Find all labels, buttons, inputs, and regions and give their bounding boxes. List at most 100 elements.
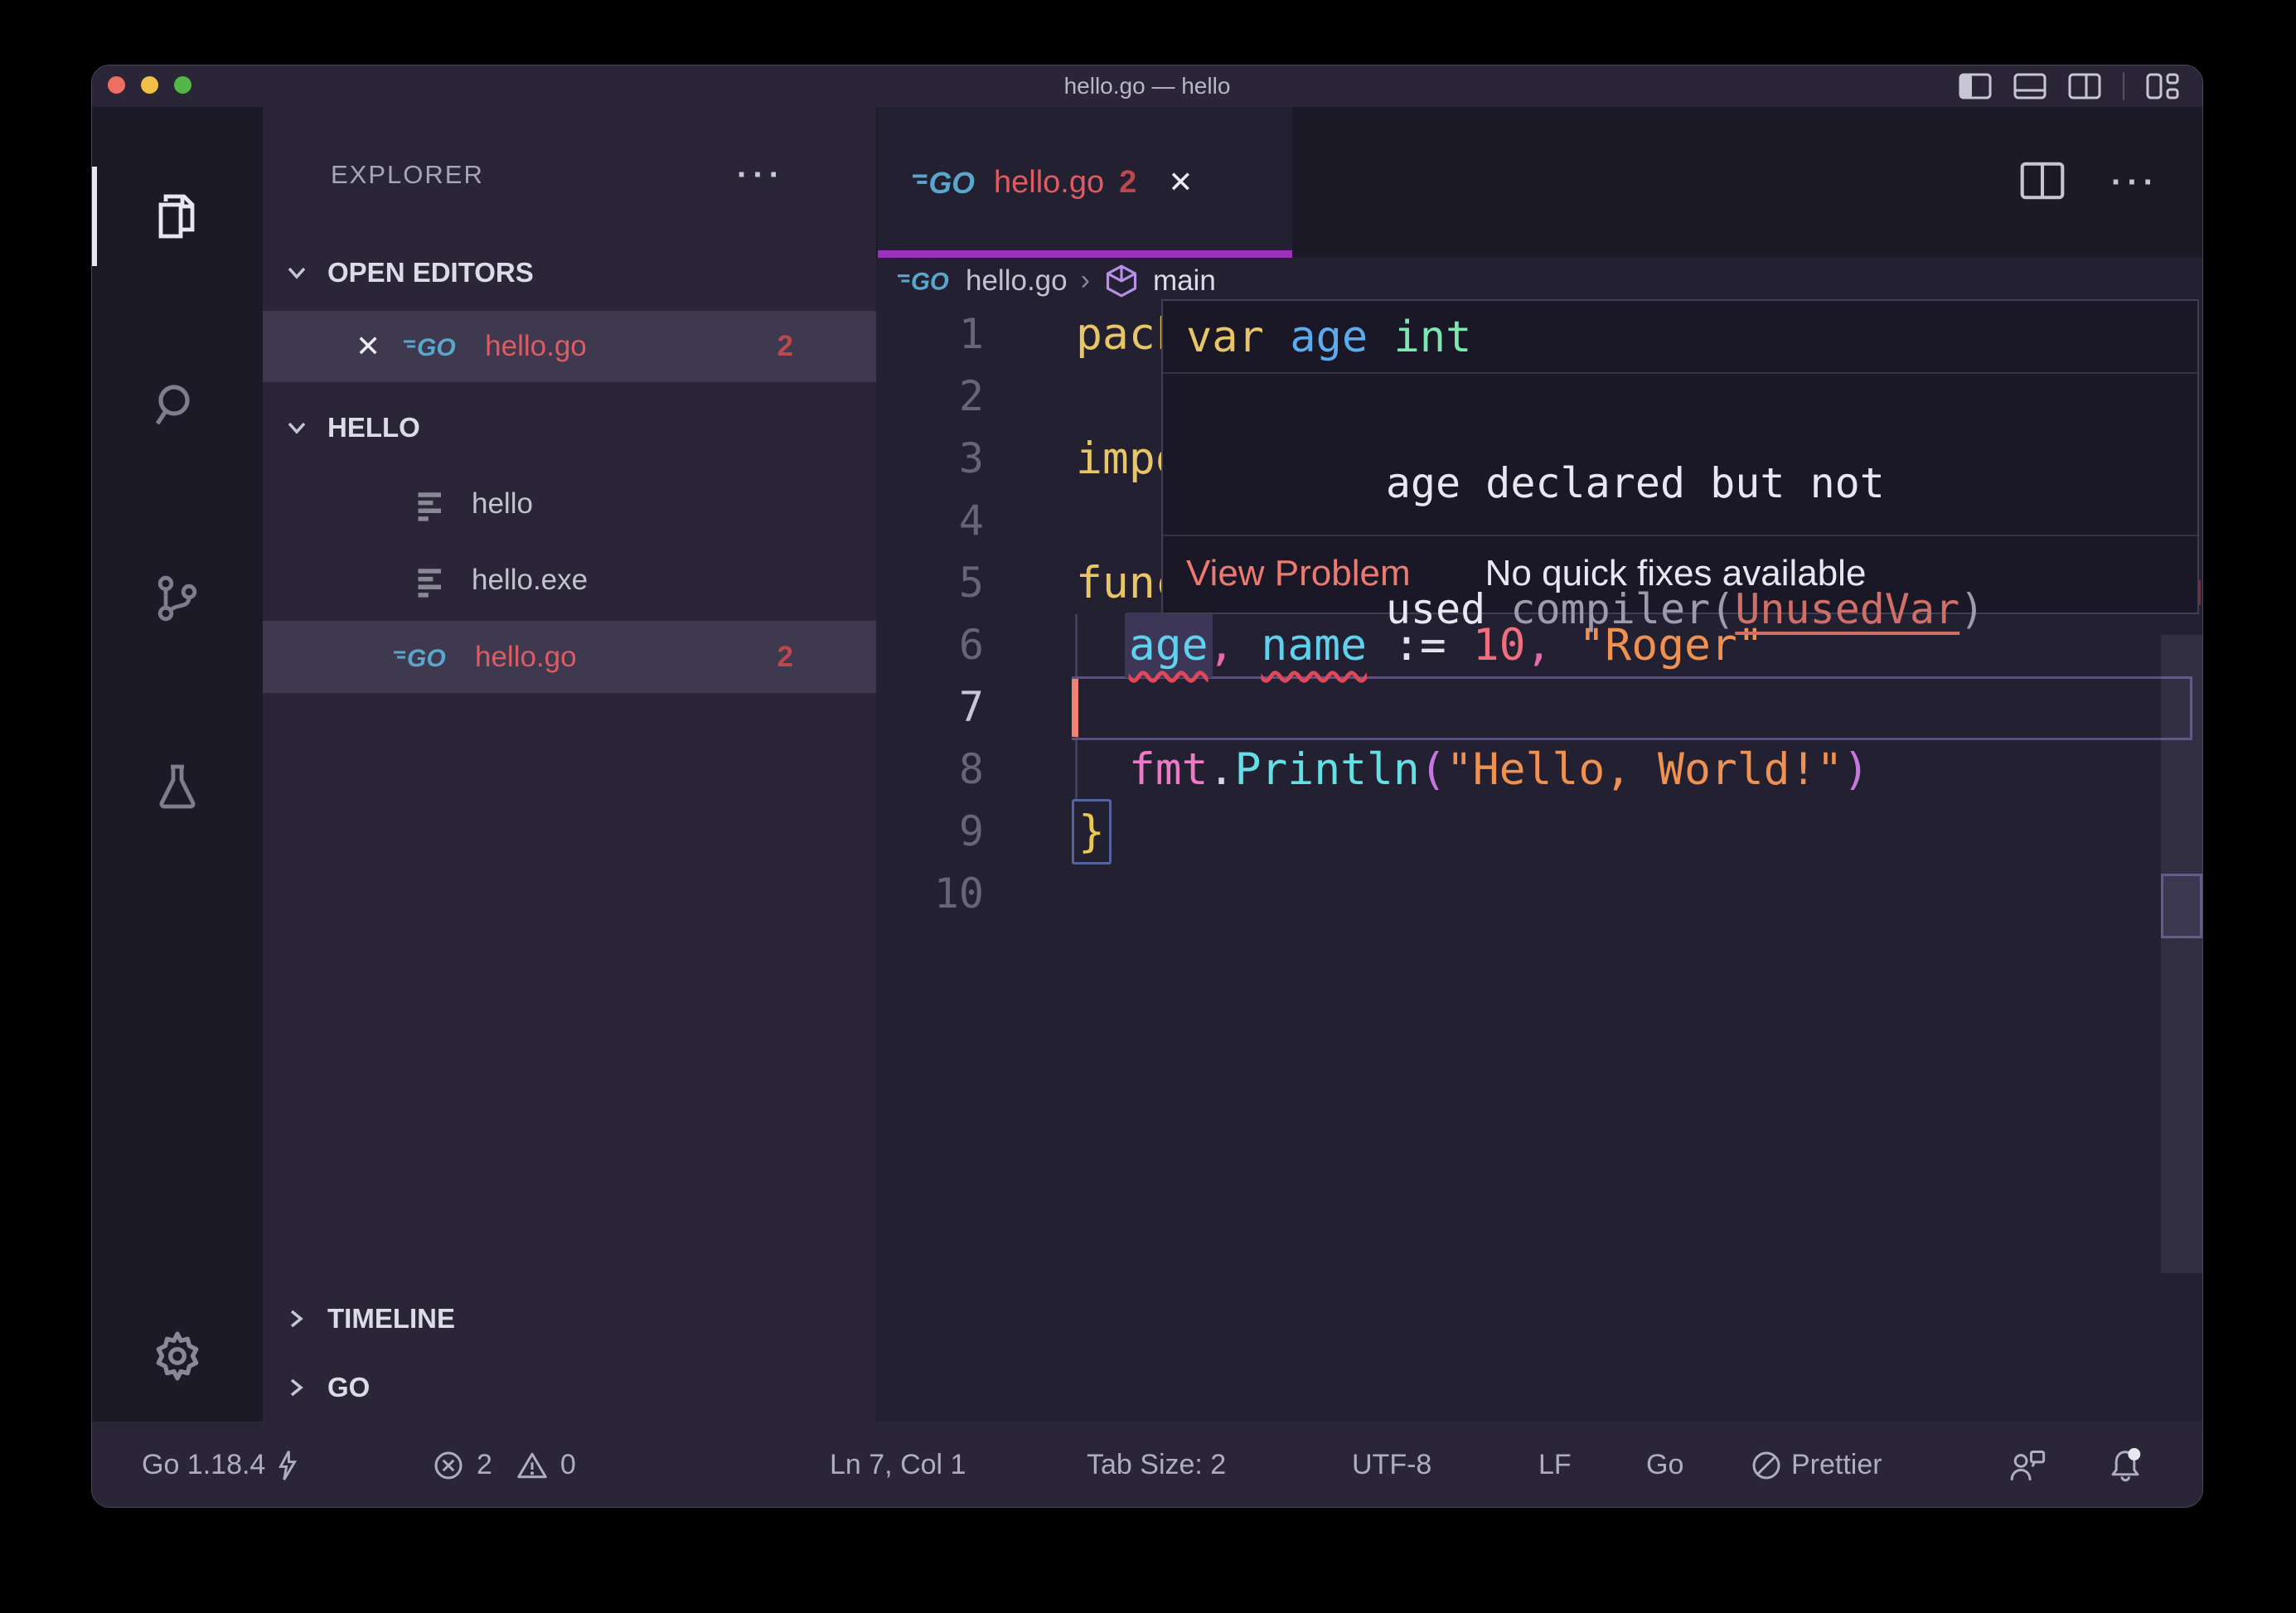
language-mode-item[interactable]: Go xyxy=(1646,1422,1683,1508)
code-token: age xyxy=(1290,312,1368,362)
line-number: 4 xyxy=(876,490,984,552)
code-token: . xyxy=(1209,744,1235,795)
code-token: Println xyxy=(1234,744,1419,795)
line-number: 7 xyxy=(876,676,984,739)
tab-filename: hello.go xyxy=(994,165,1104,201)
line-number: 1 xyxy=(876,303,984,366)
lightning-icon xyxy=(275,1449,300,1482)
text-cursor xyxy=(1072,679,1078,737)
breadcrumb: GO hello.go › main xyxy=(876,258,2203,303)
titlebar: hello.go — hello xyxy=(92,65,2202,107)
toggle-sidebar-icon[interactable] xyxy=(1959,73,1992,99)
code-token: fmt xyxy=(1129,744,1209,795)
formatter-item[interactable]: Prettier xyxy=(1750,1422,1882,1508)
no-quick-fixes-text: No quick fixes available xyxy=(1485,553,1867,594)
code-token: ) xyxy=(1843,744,1869,795)
timeline-section-header[interactable]: TIMELINE xyxy=(263,1290,876,1348)
file-name: hello.go xyxy=(475,641,577,674)
svg-text:GO: GO xyxy=(407,645,446,672)
svg-text:GO: GO xyxy=(911,268,949,295)
tab-hello-go[interactable]: GO hello.go 2 ✕ xyxy=(878,107,1292,258)
close-editor-icon[interactable]: ✕ xyxy=(356,329,380,364)
eol-item[interactable]: LF xyxy=(1538,1422,1572,1508)
active-tab-indicator xyxy=(878,250,1292,258)
go-file-icon: GO xyxy=(898,266,952,296)
tab-bar: GO hello.go 2 ✕ ··· xyxy=(876,107,2203,258)
file-item-hello-go[interactable]: GO hello.go 2 xyxy=(263,621,876,693)
code-token xyxy=(1264,312,1290,362)
tab-close-icon[interactable]: ✕ xyxy=(1168,165,1193,200)
code-token: var xyxy=(1186,312,1264,362)
window-title: hello.go — hello xyxy=(92,65,2202,107)
file-name: hello.exe xyxy=(472,564,588,597)
line-number: 3 xyxy=(876,428,984,490)
view-problem-link[interactable]: View Problem xyxy=(1186,553,1411,594)
file-item-hello-exe[interactable]: hello.exe xyxy=(263,545,876,616)
code-token: "Hello, World!" xyxy=(1446,744,1843,795)
code-token xyxy=(1076,744,1129,795)
code-token: ( xyxy=(1420,744,1446,795)
line-number: 8 xyxy=(876,739,984,801)
hover-signature: var age int xyxy=(1163,301,2197,374)
toggle-panel-icon[interactable] xyxy=(2013,73,2047,99)
go-file-icon: GO xyxy=(392,641,453,674)
prettier-disabled-icon xyxy=(1750,1449,1783,1482)
binary-file-icon xyxy=(414,562,450,598)
search-icon[interactable] xyxy=(92,356,263,455)
activity-bar xyxy=(92,107,263,1422)
explorer-title: EXPLORER xyxy=(331,160,484,190)
open-editors-section-header[interactable]: OPEN EDITORS xyxy=(263,244,876,302)
file-item-hello[interactable]: hello xyxy=(263,468,876,540)
overview-ruler-cursor-mark xyxy=(2161,874,2202,938)
line-number: 5 xyxy=(876,552,984,614)
breadcrumb-separator: › xyxy=(1081,264,1090,297)
code-token: } xyxy=(1072,799,1112,865)
status-bar: Go 1.18.4 2 0 Ln 7, Col 1 Tab Size: 2 UT… xyxy=(92,1422,2203,1508)
code-token xyxy=(1368,312,1393,362)
encoding-item[interactable]: UTF-8 xyxy=(1352,1422,1431,1508)
tab-problem-badge: 2 xyxy=(1119,165,1136,201)
go-file-icon: GO xyxy=(402,330,463,363)
breadcrumb-symbol[interactable]: main xyxy=(1153,264,1216,298)
go-section-header[interactable]: GO xyxy=(263,1359,876,1417)
symbol-package-icon xyxy=(1103,263,1140,299)
line-number: 10 xyxy=(876,863,984,925)
editor-actions-more-icon[interactable]: ··· xyxy=(2111,164,2159,201)
svg-text:GO: GO xyxy=(928,167,975,200)
problem-count-badge: 2 xyxy=(777,641,793,674)
code-token: int xyxy=(1393,312,1471,362)
settings-gear-icon[interactable] xyxy=(92,1306,263,1406)
split-editor-icon[interactable] xyxy=(2020,162,2065,204)
go-version-item[interactable]: Go 1.18.4 xyxy=(142,1422,300,1508)
cursor-position-item[interactable]: Ln 7, Col 1 xyxy=(830,1422,966,1508)
notifications-bell-icon[interactable] xyxy=(2106,1422,2144,1508)
scrollbar[interactable] xyxy=(2161,635,2202,1273)
toggle-secondary-sidebar-icon[interactable] xyxy=(2068,73,2101,99)
tab-size-item[interactable]: Tab Size: 2 xyxy=(1087,1422,1226,1508)
line-number: 6 xyxy=(876,614,984,676)
line-number: 2 xyxy=(876,366,984,428)
testing-beaker-icon[interactable] xyxy=(92,737,263,836)
source-control-icon[interactable] xyxy=(92,549,263,648)
explorer-view-icon[interactable] xyxy=(92,167,263,266)
errors-icon xyxy=(432,1449,465,1482)
open-editor-item-hello-go[interactable]: ✕ GO hello.go 2 xyxy=(263,311,876,382)
hover-message: age declared but not used compiler(Unuse… xyxy=(1163,374,2197,536)
editor-group: GO hello.go 2 ✕ ··· GO hello.go › main xyxy=(876,107,2203,1422)
go-file-icon: GO xyxy=(913,164,979,201)
code-line[interactable]: 10 xyxy=(876,863,2203,925)
breadcrumb-file[interactable]: hello.go xyxy=(966,264,1068,298)
titlebar-separator xyxy=(2123,72,2124,100)
feedback-icon[interactable] xyxy=(2007,1422,2047,1508)
folder-section-header[interactable]: HELLO xyxy=(263,399,876,457)
problem-count-badge: 2 xyxy=(777,330,793,363)
explorer-actions-icon[interactable]: ··· xyxy=(737,157,785,194)
customize-layout-icon[interactable] xyxy=(2146,72,2179,100)
open-editor-filename: hello.go xyxy=(485,330,587,363)
code-line[interactable]: 9} xyxy=(876,801,2203,863)
binary-file-icon xyxy=(414,486,450,522)
code-line[interactable]: 8 fmt.Println("Hello, World!") xyxy=(876,739,2203,801)
vscode-window: hello.go — hello xyxy=(91,65,2203,1508)
svg-text:GO: GO xyxy=(417,334,456,361)
problems-item[interactable]: 2 0 xyxy=(432,1422,576,1508)
